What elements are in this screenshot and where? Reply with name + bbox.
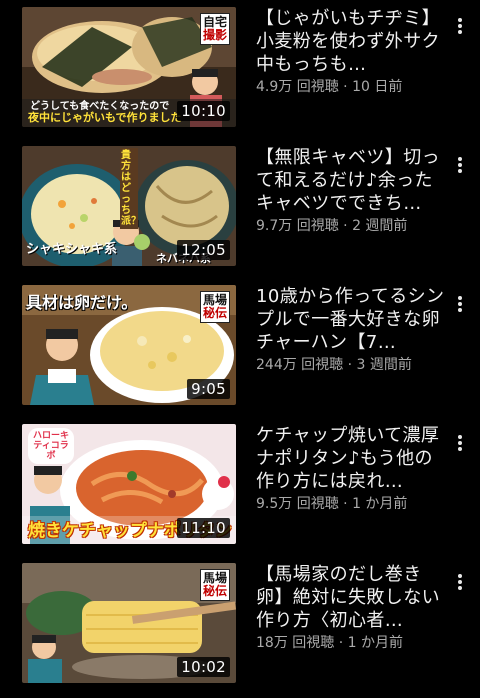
- thumbnail-badge: 馬場 秘伝: [200, 291, 230, 323]
- video-thumbnail[interactable]: 馬場 秘伝 10:02: [22, 563, 236, 683]
- video-meta[interactable]: 【馬場家のだし巻き卵】絶対に失敗しない作り方〈初心者… 18万 回視聴 · 1 …: [256, 563, 448, 652]
- video-duration: 10:10: [177, 101, 230, 121]
- view-count: 9.7万 回視聴: [256, 218, 339, 234]
- video-item[interactable]: 貴方はどっち派？ シャキシャキ系 ネバネバ系 12:05 【無限キャベツ】切って…: [0, 146, 480, 266]
- meta-separator: ·: [343, 357, 357, 373]
- video-duration: 10:02: [177, 657, 230, 677]
- view-count: 4.9万 回視聴: [256, 79, 339, 95]
- video-duration: 9:05: [187, 379, 230, 399]
- video-stats: 4.9万 回視聴 · 10 日前: [256, 78, 448, 96]
- view-count: 244万 回視聴: [256, 357, 344, 373]
- video-duration: 12:05: [177, 240, 230, 260]
- upload-age: 2 週間前: [352, 218, 408, 234]
- video-title[interactable]: 【じゃがいもチヂミ】小麦粉を使わず外サク中もっちも…: [256, 7, 448, 76]
- view-count: 9.5万 回視聴: [256, 496, 339, 512]
- video-meta[interactable]: 10歳から作ってるシンプルで一番大好きな卵チャーハン【7… 244万 回視聴 ·…: [256, 285, 448, 374]
- upload-age: 3 週間前: [356, 357, 412, 373]
- meta-separator: ·: [338, 79, 353, 95]
- more-vert-icon[interactable]: [452, 15, 468, 37]
- video-title[interactable]: 【馬場家のだし巻き卵】絶対に失敗しない作り方〈初心者…: [256, 563, 448, 632]
- thumbnail-badge: 馬場 秘伝: [200, 569, 230, 601]
- more-vert-icon[interactable]: [452, 571, 468, 593]
- upload-age: 10 日前: [352, 79, 403, 95]
- video-stats: 18万 回視聴 · 1 か月前: [256, 634, 448, 652]
- video-item[interactable]: 自宅 撮影 どうしても食べたくなったので 夜中にじゃがいもで作りました 10:1…: [0, 7, 480, 127]
- thumbnail-caption: 具材は卵だけ。: [26, 293, 138, 312]
- video-title[interactable]: 【無限キャベツ】切って和えるだけ♪余ったキャベツでできち…: [256, 146, 448, 215]
- video-meta[interactable]: 【じゃがいもチヂミ】小麦粉を使わず外サク中もっちも… 4.9万 回視聴 · 10…: [256, 7, 448, 96]
- meta-separator: ·: [334, 635, 348, 651]
- video-thumbnail[interactable]: 自宅 撮影 どうしても食べたくなったので 夜中にじゃがいもで作りました 10:1…: [22, 7, 236, 127]
- video-meta[interactable]: 【無限キャベツ】切って和えるだけ♪余ったキャベツでできち… 9.7万 回視聴 ·…: [256, 146, 448, 235]
- more-vert-icon[interactable]: [452, 293, 468, 315]
- video-stats: 9.7万 回視聴 · 2 週間前: [256, 217, 448, 235]
- video-stats: 9.5万 回視聴 · 1 か月前: [256, 495, 448, 513]
- video-item[interactable]: 馬場 秘伝 10:02 【馬場家のだし巻き卵】絶対に失敗しない作り方〈初心者… …: [0, 563, 480, 683]
- video-stats: 244万 回視聴 · 3 週間前: [256, 356, 448, 374]
- thumbnail-caption: シャキシャキ系: [26, 242, 118, 257]
- more-vert-icon[interactable]: [452, 432, 468, 454]
- video-item[interactable]: ハローキティコラボ 焼きケチャップナポリタン 11:10 ケチャップ焼いて濃厚ナ…: [0, 424, 480, 544]
- view-count: 18万 回視聴: [256, 635, 335, 651]
- thumbnail-badge: 自宅 撮影: [200, 13, 230, 45]
- video-title[interactable]: ケチャップ焼いて濃厚ナポリタン♪もう他の作り方には戻れ…: [256, 424, 448, 493]
- video-thumbnail[interactable]: 貴方はどっち派？ シャキシャキ系 ネバネバ系 12:05: [22, 146, 236, 266]
- video-duration: 11:10: [177, 518, 230, 538]
- meta-separator: ·: [338, 496, 353, 512]
- thumbnail-caption: 夜中にじゃがいもで作りました: [28, 111, 182, 124]
- video-meta[interactable]: ケチャップ焼いて濃厚ナポリタン♪もう他の作り方には戻れ… 9.5万 回視聴 · …: [256, 424, 448, 513]
- meta-separator: ·: [338, 218, 353, 234]
- video-title[interactable]: 10歳から作ってるシンプルで一番大好きな卵チャーハン【7…: [256, 285, 448, 354]
- thumbnail-caption: ハローキティコラボ: [28, 428, 74, 464]
- video-item[interactable]: 馬場 秘伝 具材は卵だけ。 9:05 10歳から作ってるシンプルで一番大好きな卵…: [0, 285, 480, 405]
- video-thumbnail[interactable]: ハローキティコラボ 焼きケチャップナポリタン 11:10: [22, 424, 236, 544]
- upload-age: 1 か月前: [347, 635, 403, 651]
- video-thumbnail[interactable]: 馬場 秘伝 具材は卵だけ。 9:05: [22, 285, 236, 405]
- thumbnail-caption: 貴方はどっち派？: [120, 148, 141, 229]
- upload-age: 1 か月前: [352, 496, 408, 512]
- more-vert-icon[interactable]: [452, 154, 468, 176]
- video-list: 自宅 撮影 どうしても食べたくなったので 夜中にじゃがいもで作りました 10:1…: [0, 0, 480, 698]
